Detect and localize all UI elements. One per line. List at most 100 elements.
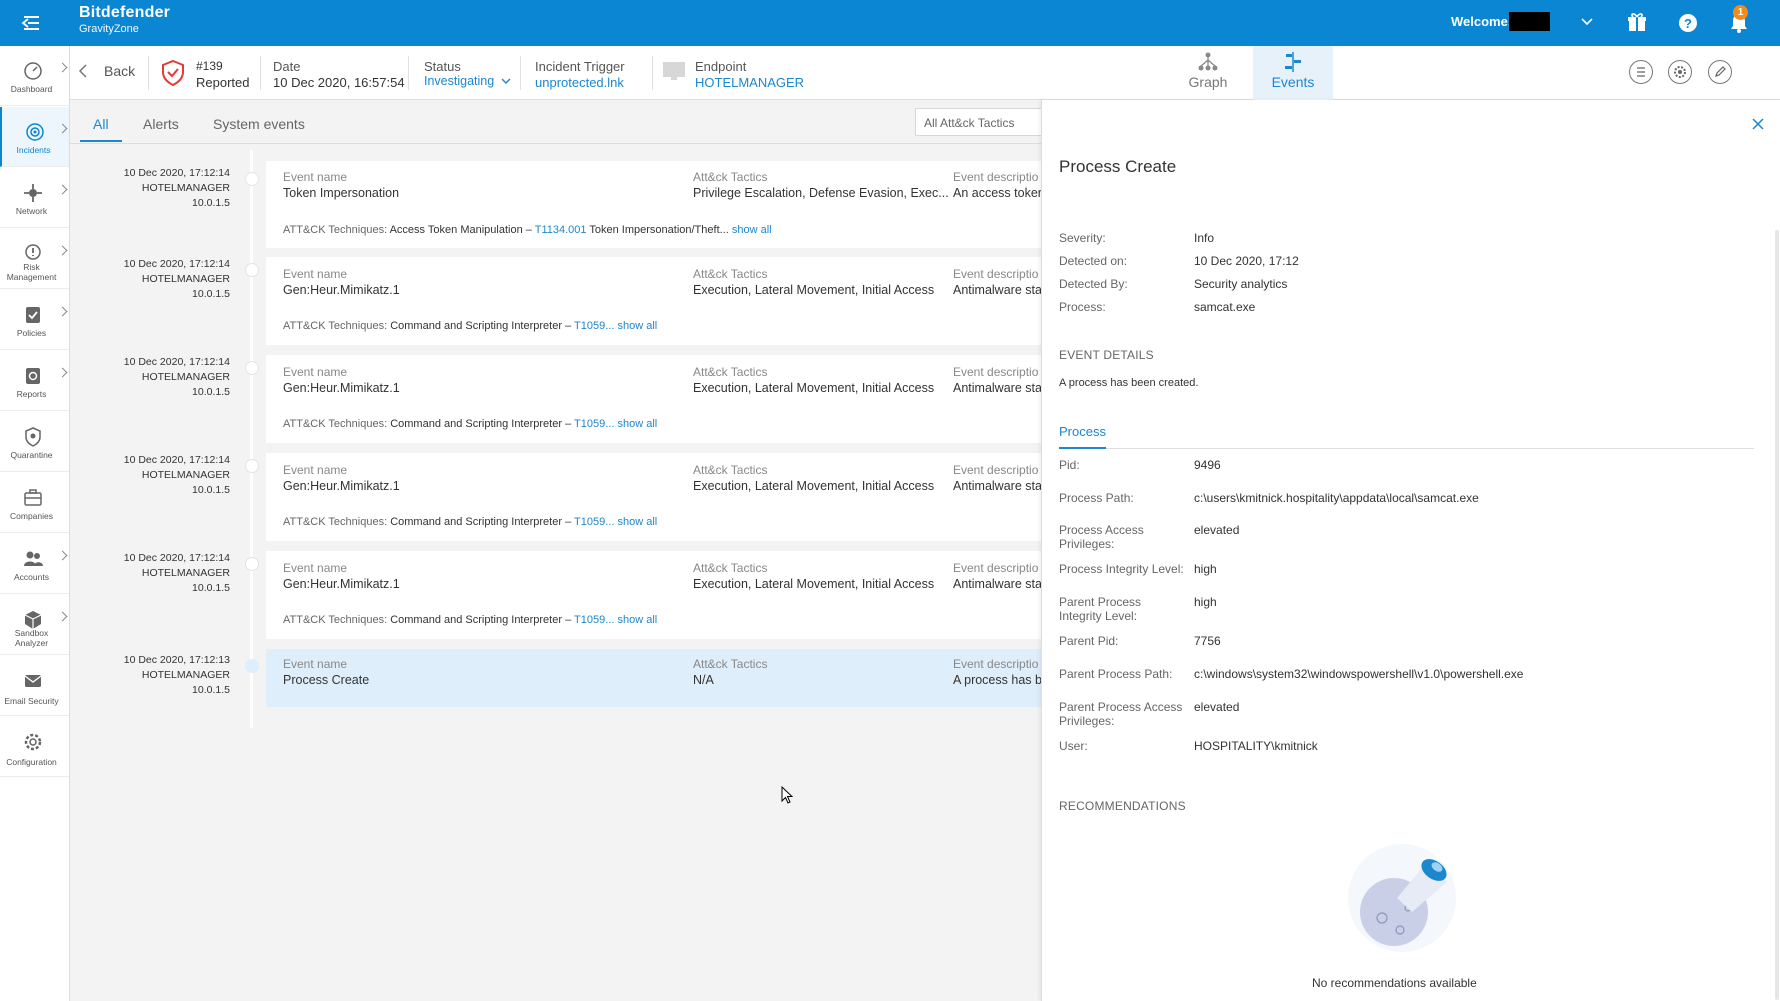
events-list-panel: All Alerts System events All Att&ck Tact… [70,100,1055,1001]
event-name-value: Gen:Heur.Mimikatz.1 [283,577,400,591]
view-tab-events[interactable]: Events [1253,46,1333,100]
view-tab-graph[interactable]: Graph [1168,46,1248,100]
event-timestamp: 10 Dec 2020, 17:12:14 HOTELMANAGER 10.0.… [70,355,230,400]
list-icon [1637,67,1645,77]
endpoint-link[interactable]: HOTELMANAGER [695,75,804,90]
tab-system-events[interactable]: System events [213,116,305,132]
event-row[interactable]: Event name Token Impersonation Att&ck Ta… [266,161,1042,248]
nav-sandbox-analyzer[interactable]: Sandbox Analyzer [0,595,69,655]
incident-trigger-label: Incident Trigger [535,59,625,74]
incident-trigger-link[interactable]: unprotected.lnk [535,75,624,90]
show-all-link[interactable]: show all [617,516,657,528]
settings-button[interactable] [1668,60,1692,84]
tactics-value: Execution, Lateral Movement, Initial Acc… [693,381,935,395]
nav-accounts[interactable]: Accounts [0,534,69,594]
close-icon[interactable] [1751,117,1765,131]
nav-configuration[interactable]: Configuration [0,717,69,777]
list-view-button[interactable] [1629,60,1653,84]
incident-id: #139 [196,59,223,73]
event-row-selected[interactable]: Event name Process Create Att&ck Tactics… [266,649,1042,707]
brand-name: Bitdefender [79,4,171,21]
nav-label: Quarantine [10,450,53,460]
timeline-dot [245,361,259,375]
edit-notes-button[interactable] [1708,60,1732,84]
event-row[interactable]: Event name Gen:Heur.Mimikatz.1 Att&ck Ta… [266,355,1042,443]
nav-label: Companies [10,511,53,521]
nav-network[interactable]: Network [0,168,69,228]
nav-quarantine[interactable]: Quarantine [0,412,69,472]
event-host: HOTELMANAGER [141,273,230,285]
event-details-heading: EVENT DETAILS [1059,348,1154,362]
status-value: Investigating [424,74,495,88]
nav-policies[interactable]: Policies [0,290,69,350]
back-label: Back [104,63,136,79]
event-row[interactable]: Event name Gen:Heur.Mimikatz.1 Att&ck Ta… [266,257,1042,345]
event-date: 10 Dec 2020, 17:12:13 [123,654,230,666]
active-tab-indicator [1059,447,1106,449]
nav-companies[interactable]: Companies [0,473,69,533]
tactics-label: Att&ck Tactics [693,267,768,281]
status-dropdown[interactable]: Investigating [424,74,511,88]
nav-dashboard[interactable]: Dashboard [0,46,69,106]
filter-tabs: All Alerts System events [70,100,1041,144]
nav-risk-management[interactable]: Risk Management [0,229,69,289]
view-tab-label: Graph [1188,74,1228,90]
tab-process[interactable]: Process [1059,424,1106,439]
collapse-menu-icon[interactable] [20,13,42,33]
event-date: 10 Dec 2020, 17:12:14 [123,356,230,368]
chevron-down-icon[interactable] [1580,15,1594,29]
show-all-link[interactable]: show all [732,224,772,236]
detail-value: samcat.exe [1194,300,1256,314]
process-value: c:\users\kmitnick.hospitality\appdata\lo… [1194,491,1479,505]
nav-expand-chevron-icon [57,306,68,317]
process-value: 9496 [1194,458,1221,472]
event-name-label: Event name [283,267,348,281]
event-ip: 10.0.1.5 [192,386,230,398]
detail-key: Severity: [1059,231,1106,245]
event-timestamp: 10 Dec 2020, 17:12:14 HOTELMANAGER 10.0.… [70,257,230,302]
detail-value: 10 Dec 2020, 17:12 [1194,254,1299,268]
event-ip: 10.0.1.5 [192,197,230,209]
process-value: elevated [1194,523,1240,537]
nav-expand-chevron-icon [57,367,68,378]
show-all-link[interactable]: show all [617,418,657,430]
notification-badge: 1 [1733,5,1748,20]
brand-logo[interactable]: Bitdefender GravityZone [79,5,170,35]
event-row[interactable]: Event name Gen:Heur.Mimikatz.1 Att&ck Ta… [266,453,1042,541]
attack-techniques: ATT&CK Techniques: Command and Scripting… [283,320,658,332]
gift-icon[interactable] [1625,11,1649,35]
event-host: HOTELMANAGER [141,371,230,383]
gear-icon [1674,66,1686,78]
event-timestamp: 10 Dec 2020, 17:12:14 HOTELMANAGER 10.0.… [70,551,230,596]
tab-all[interactable]: All [93,116,109,132]
process-key: Process Access Privileges: [1059,523,1144,551]
tactics-label: Att&ck Tactics [693,463,768,477]
policies-icon [26,307,40,323]
tactics-value: Execution, Lateral Movement, Initial Acc… [693,479,935,493]
nav-reports[interactable]: Reports [0,351,69,411]
nav-incidents[interactable]: Incidents [0,107,69,167]
tab-alerts[interactable]: Alerts [143,116,179,132]
description-label: Event descriptio [953,170,1039,184]
event-host: HOTELMANAGER [141,182,230,194]
help-icon[interactable]: ? [1676,11,1700,35]
accounts-users-icon [24,551,43,566]
show-all-link[interactable]: show all [617,320,657,332]
process-value: 7756 [1194,634,1221,648]
event-name-value: Process Create [283,673,370,687]
nav-email-security[interactable]: Email Security [0,656,69,716]
event-name-value: Gen:Heur.Mimikatz.1 [283,479,400,493]
description-value: Antimalware sta [953,479,1042,493]
timeline-dot [245,263,259,277]
details-scrollbar[interactable] [1775,230,1779,1000]
event-date: 10 Dec 2020, 17:12:14 [123,552,230,564]
tactics-filter-select[interactable]: All Att&ck Tactics [915,108,1055,136]
detail-key: Process: [1059,300,1106,314]
network-icon [24,184,42,202]
nav-label: Email Security [4,696,59,706]
incident-header: Back #139 Reported Date 10 Dec 2020, 16:… [70,46,1780,100]
event-name-label: Event name [283,463,348,477]
event-host: HOTELMANAGER [141,469,230,481]
show-all-link[interactable]: show all [617,614,657,626]
event-row[interactable]: Event name Gen:Heur.Mimikatz.1 Att&ck Ta… [266,551,1042,639]
